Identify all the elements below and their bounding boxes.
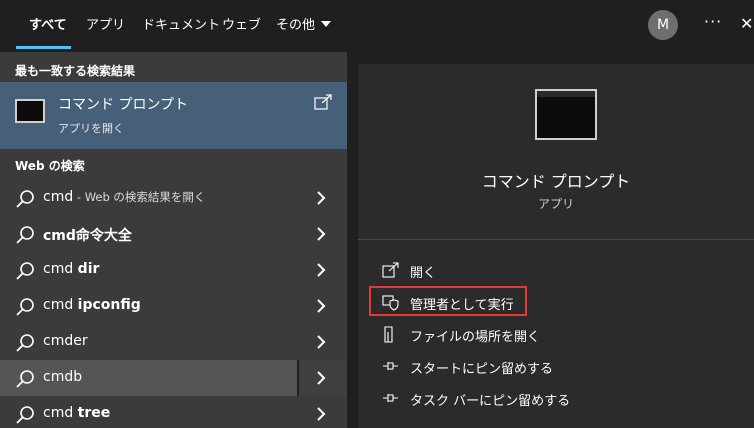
result-query: cmd — [43, 189, 74, 205]
divider — [358, 239, 754, 240]
search-icon — [16, 370, 34, 388]
terminal-icon — [535, 89, 597, 140]
best-match-item[interactable]: コマンド プロンプト アプリを開く — [0, 82, 347, 149]
best-match-subtitle: アプリを開く — [58, 122, 124, 135]
result-query-bold: ipconfig — [77, 297, 141, 313]
result-query: cmder — [43, 333, 88, 349]
tab-apps[interactable]: アプリ — [86, 16, 125, 36]
result-suffix: - Web の検索結果を開く — [73, 190, 206, 204]
chevron-right-icon[interactable] — [315, 262, 327, 278]
tab-documents[interactable]: ドキュメント — [142, 16, 220, 36]
action-label: タスク バーにピン留めする — [410, 394, 571, 409]
search-icon — [16, 406, 34, 424]
chevron-right-icon[interactable] — [315, 406, 327, 422]
results-panel: 最も一致する検索結果 コマンド プロンプト アプリを開く Web の検索 cmd… — [0, 52, 347, 428]
top-tab-bar: すべて アプリ ドキュメント ウェブ その他 M ··· ✕ — [0, 0, 754, 52]
tab-web[interactable]: ウェブ — [222, 16, 261, 36]
more-options-icon[interactable]: ··· — [704, 12, 722, 31]
best-match-title: コマンド プロンプト — [58, 97, 189, 113]
close-icon[interactable]: ✕ — [740, 14, 753, 33]
result-text: cmd tree — [43, 405, 110, 421]
active-tab-indicator — [16, 46, 71, 49]
action-pin-to-start[interactable]: スタートにピン留めする — [358, 352, 754, 380]
chevron-right-icon[interactable] — [315, 334, 327, 350]
web-result-row[interactable]: cmd dir — [0, 252, 347, 288]
preview-subtitle: アプリ — [537, 197, 574, 211]
terminal-titlebar — [537, 91, 595, 97]
result-query: cmd — [43, 261, 78, 277]
action-open[interactable]: 開く — [358, 256, 754, 284]
web-result-row[interactable]: cmd ipconfig — [0, 288, 347, 324]
tab-all[interactable]: すべて — [29, 16, 67, 36]
result-query: cmd — [43, 405, 78, 421]
action-label: ファイルの場所を開く — [410, 330, 541, 345]
open-external-icon[interactable] — [314, 94, 332, 110]
terminal-icon — [15, 99, 45, 123]
avatar[interactable]: M — [648, 10, 678, 40]
chevron-right-icon[interactable] — [315, 226, 327, 242]
tab-more-label: その他 — [276, 18, 316, 33]
result-query: cmd命令大全 — [43, 228, 132, 244]
web-result-row[interactable]: cmd tree — [0, 396, 347, 428]
web-result-row[interactable]: cmder — [0, 324, 347, 360]
chevron-right-icon[interactable] — [315, 298, 327, 314]
best-match-heading: 最も一致する検索結果 — [15, 64, 136, 78]
action-label: 開く — [410, 266, 437, 281]
web-result-row[interactable]: cmd - Web の検索結果を開く — [0, 180, 347, 216]
result-query-bold: tree — [77, 405, 111, 421]
search-icon — [16, 262, 34, 280]
preview-title: コマンド プロンプト — [481, 172, 631, 191]
action-pin-to-taskbar[interactable]: タスク バーにピン留めする — [358, 384, 754, 412]
search-icon — [16, 334, 34, 352]
chevron-right-icon[interactable] — [315, 190, 327, 206]
action-open-file-location[interactable]: ファイルの場所を開く — [358, 320, 754, 348]
chevron-right-icon[interactable] — [315, 370, 327, 386]
pin-icon — [383, 394, 398, 402]
result-text: cmd命令大全 — [43, 225, 132, 245]
search-icon — [16, 226, 34, 244]
result-text: cmd - Web の検索結果を開く — [43, 189, 205, 205]
web-result-row[interactable]: cmd命令大全 — [0, 216, 347, 252]
result-text: cmd dir — [43, 261, 99, 277]
file-location-icon — [384, 326, 393, 343]
preview-panel: コマンド プロンプト アプリ 開く 管理者として実行 ファイルの場所を開く スタ… — [358, 64, 754, 428]
web-search-heading: Web の検索 — [15, 159, 85, 173]
result-text: cmdb — [43, 369, 82, 385]
tab-more[interactable]: その他 — [276, 16, 332, 36]
open-external-icon — [382, 262, 399, 278]
result-query: cmd — [43, 297, 78, 313]
highlight-box — [369, 286, 527, 316]
search-icon — [16, 298, 34, 316]
search-icon — [16, 190, 34, 208]
result-query-bold: dir — [77, 261, 100, 277]
result-text: cmd ipconfig — [43, 297, 141, 313]
chevron-down-icon — [321, 21, 332, 27]
action-label: スタートにピン留めする — [410, 362, 554, 377]
result-query: cmdb — [43, 369, 83, 385]
web-result-row-selected[interactable]: cmdb — [0, 360, 347, 396]
result-text: cmder — [43, 333, 88, 349]
pin-icon — [383, 362, 398, 370]
